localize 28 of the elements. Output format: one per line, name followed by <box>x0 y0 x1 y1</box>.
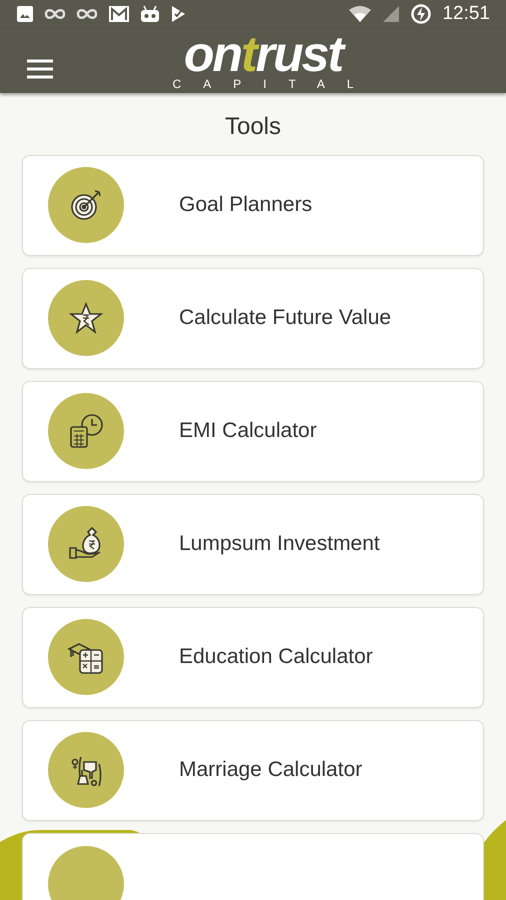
infinity-icon <box>44 8 66 20</box>
tool-label: EMI Calculator <box>179 418 317 444</box>
page-title: Tools <box>224 114 282 138</box>
tool-card[interactable]: Lumpsum Investment <box>22 494 484 594</box>
logo-wordmark-accent: t <box>240 28 256 78</box>
tool-card[interactable]: Calculate Future Value <box>22 268 484 368</box>
status-time: 12:51 <box>442 2 490 26</box>
tool-label: Lumpsum Investment <box>179 531 380 558</box>
tool-card[interactable]: Goal Planners <box>22 154 484 256</box>
flag-check-icon <box>170 5 186 24</box>
infinity-icon <box>76 8 98 20</box>
image-icon <box>16 5 34 24</box>
wifi-icon <box>348 5 372 24</box>
mail-icon <box>108 4 130 24</box>
tool-label: Education Calculator <box>179 644 373 670</box>
logo-tagline: CAPITAL <box>172 76 376 92</box>
signal-icon <box>382 5 400 24</box>
menu-icon <box>26 58 54 80</box>
tool-card[interactable]: Education Calculator <box>22 606 484 708</box>
battery-saver-icon <box>410 3 432 26</box>
tool-card[interactable]: EMI Calculator <box>22 380 484 482</box>
tool-label: Marriage Calculator <box>179 757 362 784</box>
tool-label: Goal Planners <box>179 192 312 218</box>
tool-label: Calculate Future Value <box>179 305 392 332</box>
logo-wordmark-start: on <box>184 28 241 78</box>
robot-face-icon <box>140 5 160 24</box>
logo-wordmark-end: rust <box>256 28 342 78</box>
tool-card[interactable]: Marriage Calculator <box>22 720 484 820</box>
